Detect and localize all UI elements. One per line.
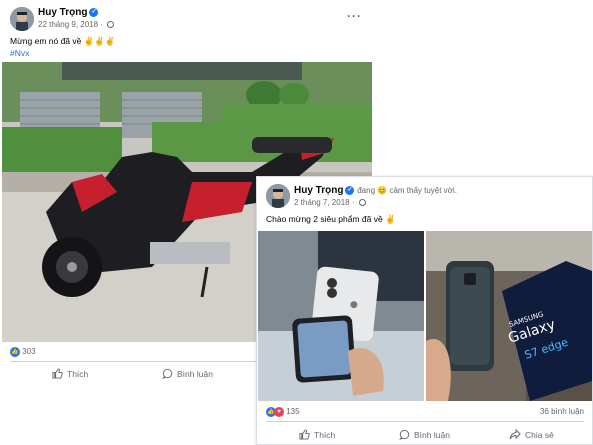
comment-label: Bình luận — [177, 368, 213, 379]
divider — [266, 421, 584, 422]
author-name[interactable]: Huy Trọng ✓ — [38, 7, 99, 18]
author-name[interactable]: Huy Trọng ✓ đang 😊 cảm thấy tuyệt vời. — [294, 185, 457, 196]
share-label: Chia sẻ — [525, 429, 554, 440]
comment-label: Bình luận — [414, 429, 450, 440]
post-card-2: Huy Trọng ✓ đang 😊 cảm thấy tuyệt vời. 2 … — [256, 176, 593, 445]
like-button[interactable]: Thích — [299, 429, 335, 440]
feeling-status: đang 😊 cảm thấy tuyệt vời. — [357, 186, 457, 195]
globe-icon — [358, 199, 366, 207]
reaction-summary[interactable]: 👍 ♥ 135 — [266, 407, 300, 417]
avatar[interactable] — [266, 184, 290, 208]
post-text: Chào mừng 2 siêu phẩm đã về ✌️ — [266, 214, 396, 224]
comment-icon — [162, 368, 173, 379]
share-icon — [509, 429, 521, 440]
post-date[interactable]: 22 tháng 9, 2018 · — [38, 20, 115, 29]
comment-button[interactable]: Bình luận — [399, 429, 450, 440]
like-button[interactable]: Thích — [52, 368, 88, 379]
like-label: Thích — [314, 429, 336, 440]
like-icon — [299, 429, 310, 440]
like-icon — [52, 368, 63, 379]
post-date[interactable]: 2 tháng 7, 2018 · — [294, 198, 366, 207]
globe-icon — [107, 21, 115, 29]
svg-text:●: ● — [350, 300, 358, 310]
comment-icon — [399, 429, 410, 440]
comment-button[interactable]: Bình luận — [162, 368, 213, 379]
verified-badge-icon: ✓ — [345, 185, 355, 195]
verified-badge-icon: ✓ — [89, 7, 99, 17]
like-label: Thích — [67, 368, 89, 379]
share-button[interactable]: Chia sẻ — [509, 429, 554, 440]
like-reaction-icon: 👍 — [10, 347, 20, 357]
love-reaction-icon: ♥ — [274, 407, 284, 417]
post-text: Mừng em nó đã về ✌️✌️✌️ — [10, 36, 116, 46]
post-photo-galaxy[interactable]: SAMSUNG Galaxy S7 edge — [426, 231, 592, 401]
comment-count[interactable]: 36 bình luận — [540, 407, 584, 416]
hashtag-link[interactable]: #Nvx — [10, 48, 29, 58]
reaction-summary[interactable]: 👍 303 — [10, 347, 36, 357]
post-photo-iphone[interactable]: ● — [258, 231, 424, 401]
more-options-icon[interactable]: ··· — [347, 9, 362, 23]
avatar[interactable] — [10, 7, 34, 31]
